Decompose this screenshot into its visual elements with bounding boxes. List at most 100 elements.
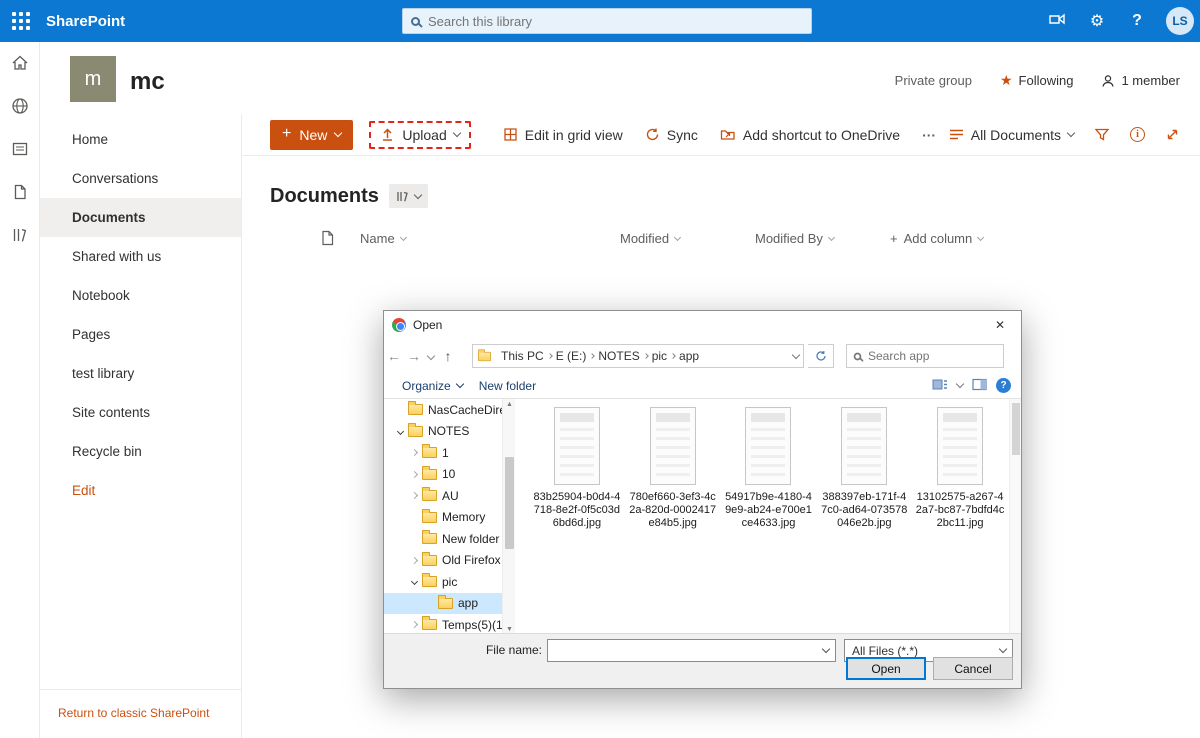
document-icon[interactable] [11, 183, 29, 201]
history-dropdown-icon[interactable] [427, 352, 435, 360]
organize-button[interactable]: Organize [394, 375, 471, 397]
change-view-icon[interactable] [932, 378, 948, 394]
scrollbar-thumb[interactable] [1012, 403, 1020, 455]
members-button[interactable]: 1 member [1101, 73, 1180, 88]
breadcrumb-this-pc[interactable]: This PC [497, 349, 548, 363]
sidebar-item-documents[interactable]: Documents [40, 198, 241, 237]
settings-gear-icon[interactable]: ⚙ [1086, 11, 1108, 31]
add-shortcut-button[interactable]: Add shortcut to OneDrive [720, 127, 900, 143]
news-icon[interactable] [11, 140, 29, 158]
sidebar-item-pages[interactable]: Pages [40, 315, 241, 354]
following-button[interactable]: ★ Following [1000, 72, 1073, 89]
tree-item-nascachedire[interactable]: NasCacheDire [384, 399, 502, 421]
breadcrumb-drive[interactable]: E (E:) [552, 349, 591, 363]
refresh-icon[interactable] [808, 344, 834, 368]
dialog-title-bar[interactable]: Open ✕ [384, 311, 1021, 339]
tree-item-au[interactable]: AU [384, 485, 502, 507]
combo-dropdown-icon[interactable] [994, 649, 1012, 652]
up-icon[interactable]: ↑ [438, 348, 458, 364]
help-icon[interactable]: ? [1126, 12, 1148, 30]
back-icon[interactable]: ← [384, 348, 404, 364]
file-type-column-header[interactable] [320, 230, 360, 246]
chevron-collapsed-icon[interactable] [411, 557, 418, 564]
scroll-up-icon[interactable]: ▲ [503, 399, 516, 411]
modified-column-header[interactable]: Modified [620, 231, 755, 246]
tree-item-notes[interactable]: NOTES [384, 421, 502, 443]
tree-item-new-folder[interactable]: New folder [384, 528, 502, 550]
forward-icon[interactable]: → [404, 348, 424, 364]
dialog-help-icon[interactable]: ? [996, 378, 1011, 393]
view-dropdown-icon[interactable] [956, 380, 964, 388]
file-item[interactable]: 83b25904-b0d4-4718-8e2f-0f5c03d6bd6d.jpg [532, 407, 622, 530]
file-item[interactable]: 54917b9e-4180-49e9-ab24-e700e1ce4633.jpg [724, 407, 814, 530]
tree-item-pic[interactable]: pic [384, 571, 502, 593]
chevron-expanded-icon[interactable] [397, 428, 404, 435]
file-name-combobox[interactable] [547, 639, 836, 662]
breadcrumb-app[interactable]: app [675, 349, 703, 363]
details-info-button[interactable]: i [1130, 127, 1145, 142]
sidebar-item-test-library[interactable]: test library [40, 354, 241, 393]
name-column-header[interactable]: Name [360, 231, 620, 246]
file-name-input[interactable] [548, 640, 817, 661]
organize-label: Organize [402, 379, 451, 393]
filter-button[interactable] [1094, 127, 1110, 142]
tree-item-1[interactable]: 1 [384, 442, 502, 464]
sidebar-item-notebook[interactable]: Notebook [40, 276, 241, 315]
tree-item-10[interactable]: 10 [384, 464, 502, 486]
view-selector-button[interactable]: All Documents [949, 127, 1074, 143]
chevron-collapsed-icon[interactable] [411, 492, 418, 499]
address-dropdown-icon[interactable] [792, 350, 800, 358]
sidebar-item-conversations[interactable]: Conversations [40, 159, 241, 198]
search-input[interactable] [428, 14, 803, 29]
close-icon[interactable]: ✕ [979, 311, 1021, 339]
scrollbar-thumb[interactable] [505, 457, 514, 549]
sidebar-item-shared-with-us[interactable]: Shared with us [40, 237, 241, 276]
return-classic-link[interactable]: Return to classic SharePoint [58, 706, 209, 720]
edit-grid-view-button[interactable]: Edit in grid view [503, 127, 623, 143]
sidebar-item-recycle-bin[interactable]: Recycle bin [40, 432, 241, 471]
file-item[interactable]: 13102575-a267-42a7-bc87-7bdfd4c2bc11.jpg [915, 407, 1005, 530]
avatar[interactable]: LS [1166, 7, 1194, 35]
upload-button[interactable]: Upload [380, 127, 459, 143]
new-folder-button[interactable]: New folder [471, 375, 544, 397]
chevron-expanded-icon[interactable] [411, 578, 418, 585]
library-view-chip[interactable] [389, 184, 428, 208]
address-bar[interactable]: This PC E (E:) NOTES pic app [472, 344, 804, 368]
combo-dropdown-icon[interactable] [817, 640, 835, 661]
chevron-collapsed-icon[interactable] [411, 449, 418, 456]
tree-item-app-selected[interactable]: app [384, 593, 502, 615]
suite-search-box[interactable] [402, 8, 812, 34]
tree-scrollbar[interactable]: ▲ ▼ [502, 399, 515, 636]
sidebar-item-home[interactable]: Home [40, 120, 241, 159]
feedback-icon[interactable] [1046, 11, 1068, 32]
chevron-collapsed-icon[interactable] [411, 471, 418, 478]
add-column-button[interactable]: + Add column [890, 231, 983, 246]
globe-icon[interactable] [11, 97, 29, 115]
file-item[interactable]: 388397eb-171f-47c0-ad64-073578046e2b.jpg [819, 407, 909, 530]
library-icon[interactable] [11, 226, 29, 244]
sync-button[interactable]: Sync [645, 127, 698, 143]
new-button[interactable]: + New [270, 120, 353, 150]
cancel-button[interactable]: Cancel [933, 657, 1013, 680]
open-button[interactable]: Open [846, 657, 926, 680]
modified-by-column-header[interactable]: Modified By [755, 231, 890, 246]
site-name[interactable]: mc [130, 68, 165, 96]
tree-item-old-firefox[interactable]: Old Firefox D [384, 550, 502, 572]
chevron-collapsed-icon[interactable] [411, 621, 418, 628]
app-launcher-waffle-icon[interactable] [0, 0, 42, 42]
expand-content-button[interactable] [1165, 127, 1180, 142]
home-icon[interactable] [11, 54, 29, 72]
dialog-search-input[interactable] [868, 349, 997, 363]
search-icon [854, 352, 862, 360]
preview-pane-icon[interactable] [972, 378, 987, 394]
breadcrumb-pic[interactable]: pic [648, 349, 671, 363]
site-logo[interactable]: m [70, 56, 116, 102]
file-area-scrollbar[interactable] [1009, 399, 1021, 636]
file-item[interactable]: 780ef660-3ef3-4c2a-820d-0002417e84b5.jpg [628, 407, 718, 530]
tree-item-memory[interactable]: Memory [384, 507, 502, 529]
sidebar-item-edit[interactable]: Edit [40, 471, 241, 510]
dialog-search-box[interactable] [846, 344, 1004, 368]
more-commands-button[interactable]: ··· [922, 127, 936, 143]
breadcrumb-notes[interactable]: NOTES [594, 349, 643, 363]
sidebar-item-site-contents[interactable]: Site contents [40, 393, 241, 432]
